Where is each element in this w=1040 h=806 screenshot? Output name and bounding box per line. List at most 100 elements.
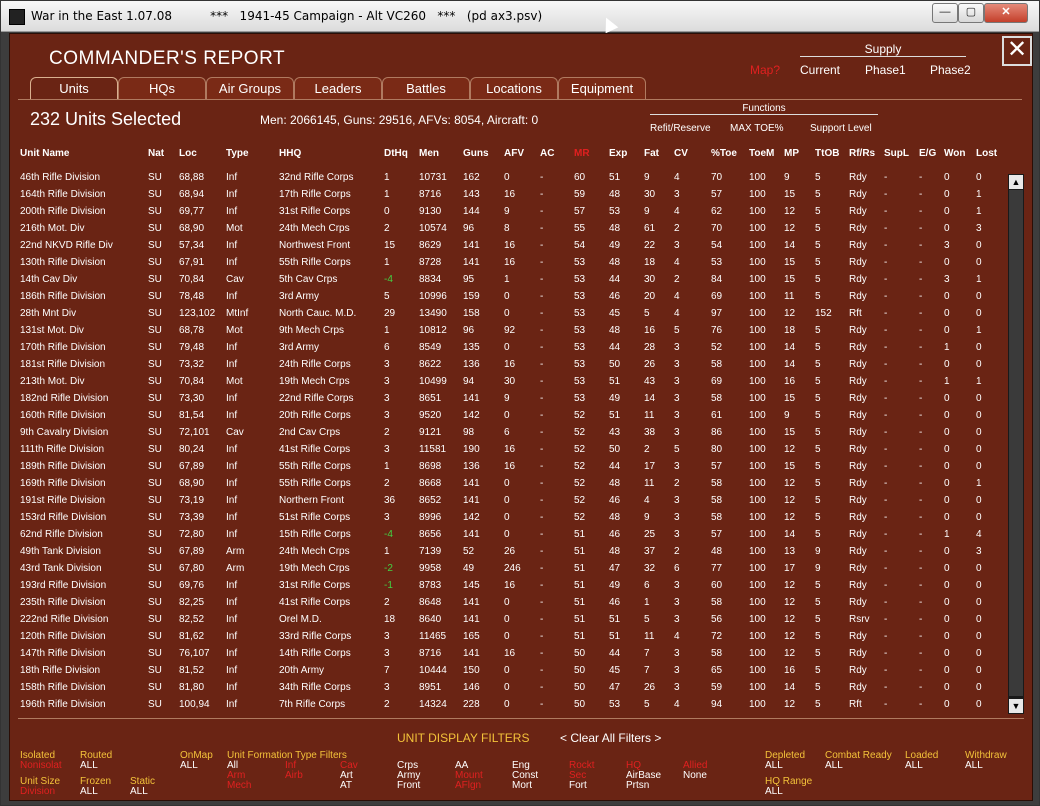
frozen-filter-value[interactable]: ALL: [80, 787, 98, 797]
onmap-filter-value[interactable]: ALL: [180, 761, 198, 771]
minimize-button[interactable]: —: [932, 3, 958, 23]
supply-current-button[interactable]: Current: [800, 63, 840, 77]
cell-hhq[interactable]: 19th Mech Crps: [279, 376, 350, 387]
column-header-afv[interactable]: AFV: [504, 148, 524, 159]
cell-unit-name[interactable]: 189th Rifle Division: [20, 461, 106, 472]
scroll-down-icon[interactable]: ▼: [1009, 699, 1023, 713]
supply-map-toggle[interactable]: Map?: [750, 63, 780, 77]
cell-unit-name[interactable]: 169th Rifle Division: [20, 478, 106, 489]
column-header-men[interactable]: Men: [419, 148, 439, 159]
cell-hhq[interactable]: 19th Mech Crps: [279, 563, 350, 574]
tab-hqs[interactable]: HQs: [118, 77, 206, 100]
cell-unit-name[interactable]: 181st Rifle Division: [20, 359, 105, 370]
cell-hhq[interactable]: 31st Rifle Corps: [279, 206, 350, 217]
column-header-toe-pct[interactable]: %Toe: [711, 148, 737, 159]
supply-phase2-button[interactable]: Phase2: [930, 63, 971, 77]
column-header-e-g[interactable]: E/G: [919, 148, 936, 159]
cell-unit-name[interactable]: 235th Rifle Division: [20, 597, 106, 608]
filter-mort[interactable]: Mort: [512, 781, 532, 791]
cell-unit-name[interactable]: 111th Rifle Division: [20, 444, 104, 455]
cell-unit-name[interactable]: 196th Rifle Division: [20, 699, 106, 710]
table-row[interactable]: 62nd Rifle Division SU 72,80 Inf 15th Rifle …: [10, 527, 1010, 544]
maximize-button[interactable]: ▢: [958, 3, 984, 23]
cell-unit-name[interactable]: 164th Rifle Division: [20, 189, 106, 200]
table-row[interactable]: 186th Rifle Division SU 78,48 Inf 3rd Army 5 1…: [10, 289, 1010, 306]
support-level-button[interactable]: Support Level: [810, 123, 872, 134]
cell-unit-name[interactable]: 62nd Rifle Division: [20, 529, 103, 540]
loaded-filter-value[interactable]: ALL: [905, 761, 923, 771]
cell-unit-name[interactable]: 120th Rifle Division: [20, 631, 106, 642]
column-header-rf-rs[interactable]: Rf/Rs: [849, 148, 875, 159]
table-row[interactable]: 191st Rifle Division SU 73,19 Inf Northern F…: [10, 493, 1010, 510]
cell-unit-name[interactable]: 130th Rifle Division: [20, 257, 106, 268]
filter-fort[interactable]: Fort: [569, 781, 587, 791]
scroll-thumb[interactable]: [1009, 190, 1023, 696]
column-header-mr[interactable]: MR: [574, 148, 590, 159]
tab-units[interactable]: Units: [30, 77, 118, 100]
cell-hhq[interactable]: 2nd Cav Crps: [279, 427, 340, 438]
cell-unit-name[interactable]: 43rd Tank Division: [20, 563, 102, 574]
cell-hhq[interactable]: 3rd Army: [279, 342, 319, 353]
cell-hhq[interactable]: 41st Rifle Corps: [279, 597, 350, 608]
table-row[interactable]: 111th Rifle Division SU 80,24 Inf 41st Rifle…: [10, 442, 1010, 459]
cell-unit-name[interactable]: 200th Rifle Division: [20, 206, 106, 217]
cell-unit-name[interactable]: 28th Mnt Div: [20, 308, 76, 319]
column-header-mp[interactable]: MP: [784, 148, 799, 159]
cell-unit-name[interactable]: 186th Rifle Division: [20, 291, 106, 302]
column-header-fat[interactable]: Fat: [644, 148, 659, 159]
cell-unit-name[interactable]: 22nd NKVD Rifle Div: [20, 240, 113, 251]
column-header-guns[interactable]: Guns: [463, 148, 489, 159]
column-header-exp[interactable]: Exp: [609, 148, 627, 159]
column-header-supl[interactable]: SupL: [884, 148, 909, 159]
cell-hhq[interactable]: 31st Rifle Corps: [279, 580, 350, 591]
table-row[interactable]: 182nd Rifle Division SU 73,30 Inf 22nd Rifle…: [10, 391, 1010, 408]
cell-hhq[interactable]: 15th Rifle Corps: [279, 529, 351, 540]
table-row[interactable]: 130th Rifle Division SU 67,91 Inf 55th Rifle…: [10, 255, 1010, 272]
cell-unit-name[interactable]: 147th Rifle Division: [20, 648, 106, 659]
cell-hhq[interactable]: 20th Army: [279, 665, 324, 676]
routed-filter-value[interactable]: ALL: [80, 761, 98, 771]
cell-hhq[interactable]: 34th Rifle Corps: [279, 682, 351, 693]
static-filter-value[interactable]: ALL: [130, 787, 148, 797]
table-row[interactable]: 213th Mot. Div SU 70,84 Mot 19th Mech Crps 3 1…: [10, 374, 1010, 391]
cell-unit-name[interactable]: 182nd Rifle Division: [20, 393, 108, 404]
supply-phase1-button[interactable]: Phase1: [865, 63, 906, 77]
table-row[interactable]: 46th Rifle Division SU 68,88 Inf 32nd Rifle …: [10, 170, 1010, 187]
refit-reserve-button[interactable]: Refit/Reserve: [650, 123, 711, 134]
cell-hhq[interactable]: 5th Cav Crps: [279, 274, 337, 285]
filter-mech[interactable]: Mech: [227, 781, 251, 791]
table-row[interactable]: 43rd Tank Division SU 67,80 Arm 19th Mech Cr…: [10, 561, 1010, 578]
cell-hhq[interactable]: 24th Mech Crps: [279, 546, 350, 557]
table-row[interactable]: 120th Rifle Division SU 81,62 Inf 33rd Rifle…: [10, 629, 1010, 646]
table-row[interactable]: 222nd Rifle Division SU 82,52 Inf Orel M.D. 1…: [10, 612, 1010, 629]
table-row[interactable]: 193rd Rifle Division SU 69,76 Inf 31st Rifle…: [10, 578, 1010, 595]
cell-unit-name[interactable]: 191st Rifle Division: [20, 495, 105, 506]
cell-hhq[interactable]: 55th Rifle Corps: [279, 478, 351, 489]
cell-unit-name[interactable]: 46th Rifle Division: [20, 172, 100, 183]
column-header-lost[interactable]: Lost: [976, 148, 997, 159]
cell-unit-name[interactable]: 131st Mot. Div: [20, 325, 84, 336]
cell-unit-name[interactable]: 193rd Rifle Division: [20, 580, 106, 591]
column-header-toem[interactable]: ToeM: [749, 148, 774, 159]
cell-hhq[interactable]: 20th Rifle Corps: [279, 410, 351, 421]
report-close-button[interactable]: ✕: [1002, 36, 1032, 66]
table-row[interactable]: 22nd NKVD Rifle Div SU 57,34 Inf Northwest F…: [10, 238, 1010, 255]
cell-unit-name[interactable]: 9th Cavalry Division: [20, 427, 108, 438]
cell-unit-name[interactable]: 160th Rifle Division: [20, 410, 106, 421]
cell-unit-name[interactable]: 170th Rifle Division: [20, 342, 106, 353]
filter-none[interactable]: None: [683, 771, 707, 781]
tab-battles[interactable]: Battles: [382, 77, 470, 100]
tab-air-groups[interactable]: Air Groups: [206, 77, 294, 100]
filter-at[interactable]: AT: [340, 781, 352, 791]
tab-equipment[interactable]: Equipment: [558, 77, 646, 100]
filter-prtsn[interactable]: Prtsn: [626, 781, 649, 791]
vertical-scrollbar[interactable]: ▲ ▼: [1008, 174, 1024, 714]
cell-unit-name[interactable]: 213th Mot. Div: [20, 376, 84, 387]
isolated-filter-value[interactable]: Nonisolat: [20, 761, 62, 771]
table-row[interactable]: 49th Tank Division SU 67,89 Arm 24th Mech Cr…: [10, 544, 1010, 561]
cell-hhq[interactable]: 24th Rifle Corps: [279, 359, 351, 370]
cell-hhq[interactable]: 32nd Rifle Corps: [279, 172, 353, 183]
cell-hhq[interactable]: Northern Front: [279, 495, 344, 506]
table-row[interactable]: 9th Cavalry Division SU 72,101 Cav 2nd Cav C…: [10, 425, 1010, 442]
cell-hhq[interactable]: North Cauc. M.D.: [279, 308, 356, 319]
